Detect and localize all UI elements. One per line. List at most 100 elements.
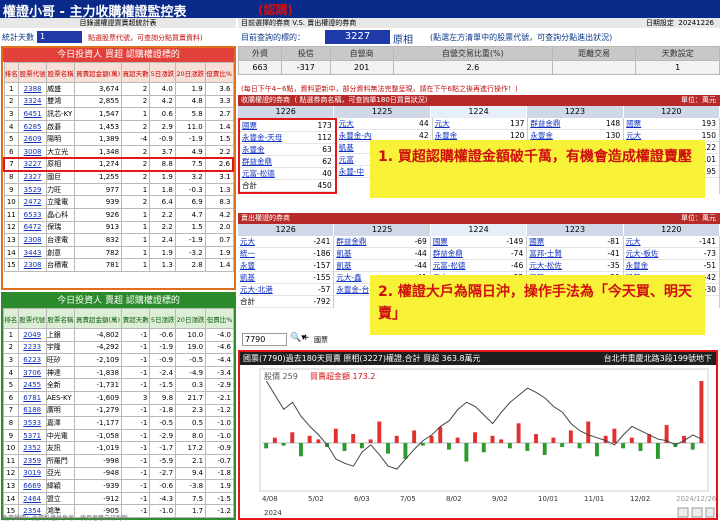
stock-code-link[interactable]: 3533: [17, 416, 47, 430]
sell-brokers-date-tab[interactable]: 1223: [527, 224, 624, 236]
stock-code-link[interactable]: 6188: [17, 403, 47, 418]
stock-code-link[interactable]: 2352: [17, 441, 47, 455]
buy-table-row[interactable]: 6 3008 大立光 1,348 2 3.7 4.9 2.2: [3, 144, 234, 159]
broker-name-link[interactable]: 元大: [238, 236, 303, 247]
broker-name-link[interactable]: 凱基: [334, 260, 399, 271]
broker-name-link[interactable]: 元大-北港: [238, 284, 303, 295]
sell-table-row[interactable]: 6 6781 AES-KY -1,609 3 9.8 21.7 -2.1: [3, 390, 234, 405]
sell-brokers-date-tab[interactable]: 1226: [238, 224, 335, 236]
sell-table-row[interactable]: 4 3706 神達 -1,838 -1 -2.4 -4.9 -3.4: [3, 365, 234, 380]
buy-table-row[interactable]: 11 6533 晶心科 926 1 2.2 4.7 4.2: [3, 207, 234, 222]
date-setting[interactable]: 日期設定 20241226: [646, 18, 714, 28]
broker-name-link[interactable]: 永豐: [238, 260, 303, 271]
sell-table-row[interactable]: 3 6223 旺矽 -2,109 -1 -0.9 -0.5 -4.4: [3, 353, 234, 367]
sell-table-row[interactable]: 5 2455 全新 -1,731 -1 -1.5 0.3 -2.9: [3, 378, 234, 392]
broker-name-link[interactable]: 元大-板佐: [624, 248, 689, 259]
broker-name-link[interactable]: 元大: [433, 118, 498, 129]
buy-brokers-date-tab[interactable]: 1224: [430, 106, 528, 118]
buy-table-row[interactable]: 9 3529 力旺 977 1 1.8 -0.3 1.3: [3, 182, 234, 197]
stock-code-link[interactable]: 2308: [18, 258, 48, 272]
stock-code-link[interactable]: 6285: [18, 119, 48, 134]
stock-code-link[interactable]: 6533: [18, 207, 48, 222]
stock-code-link[interactable]: 3706: [17, 365, 47, 380]
broker-search-input[interactable]: 7790: [242, 333, 287, 346]
stock-code-link[interactable]: 3019: [17, 466, 47, 481]
stock-code-link[interactable]: 2049: [17, 328, 47, 342]
sell-table-row[interactable]: 9 5371 中光電 -1,058 -1 -2.9 8.0 -1.0: [3, 428, 234, 443]
broker-name-link[interactable]: 群益金鼎: [528, 118, 593, 129]
chart-zoom-controls[interactable]: [677, 507, 715, 518]
buy-brokers-date-tab[interactable]: 1225: [334, 106, 431, 118]
stock-code-link[interactable]: 2472: [18, 195, 48, 209]
broker-name-link[interactable]: 永豐金-天母: [240, 132, 305, 143]
days-input[interactable]: 1: [37, 31, 82, 43]
stock-code-link[interactable]: 6472: [18, 220, 48, 235]
broker-name-link[interactable]: 富邦-士賢: [527, 248, 592, 259]
stock-code-link[interactable]: 2455: [17, 378, 47, 392]
broker-name-link[interactable]: 凱基: [238, 272, 303, 283]
broker-name-link[interactable]: 元大: [624, 236, 689, 247]
broker-name-link[interactable]: 元大: [337, 118, 402, 129]
sell-table-row[interactable]: 7 6188 廣明 -1,279 -1 -1.8 2.3 -1.2: [3, 403, 234, 418]
stock-code-link[interactable]: 2388: [18, 82, 48, 96]
sell-table-row[interactable]: 8 3533 嘉澤 -1,177 -1 -0.5 0.5 -1.0: [3, 416, 234, 430]
buy-table-row[interactable]: 15 2308 台積電 781 1 1.3 2.8 1.4: [3, 258, 234, 272]
stock-code-link[interactable]: 2308: [18, 233, 48, 247]
broker-name-link[interactable]: 群益金鼎: [240, 156, 305, 167]
sell-table-row[interactable]: 10 2352 友訊 -1,019 -1 -1.7 17.2 -0.9: [3, 441, 234, 455]
buy-table-row[interactable]: 4 6285 啟碁 1,453 2 2.9 11.0 1.4: [3, 119, 234, 134]
query-code-input[interactable]: 3227: [325, 30, 390, 44]
broker-name-link[interactable]: 元富-松德: [240, 168, 305, 179]
stock-code-link[interactable]: 2464: [17, 491, 47, 506]
stock-code-link[interactable]: 6669: [17, 479, 47, 493]
buy-brokers-date-tab[interactable]: 1220: [623, 106, 720, 118]
stock-code-link[interactable]: 2233: [17, 340, 47, 355]
broker-name-link[interactable]: 國票: [624, 118, 689, 129]
sell-brokers-date-tab[interactable]: 1225: [334, 224, 431, 236]
broker-name-link[interactable]: 國票: [240, 120, 305, 131]
buy-brokers-date-tab[interactable]: 1226: [238, 106, 335, 118]
sell-brokers-date-tab[interactable]: 1220: [623, 224, 720, 236]
sell-table-row[interactable]: 2 2233 宇隆 -4,292 -1 -1.9 19.0 -4.6: [3, 340, 234, 355]
stock-code-link[interactable]: 3443: [18, 245, 48, 260]
stock-code-link[interactable]: 3227: [18, 157, 48, 172]
broker-name-link[interactable]: 凱基: [334, 248, 399, 259]
sell-table-row[interactable]: 11 2359 所羅門 -998 -1 -5.9 2.1 -0.7: [3, 453, 234, 468]
stock-code-link[interactable]: 6223: [17, 353, 47, 367]
stock-code-link[interactable]: 6781: [17, 390, 47, 405]
broker-name-link[interactable]: 元富-松德: [431, 260, 496, 271]
broker-name-link[interactable]: 永豐金: [624, 260, 689, 271]
add-button[interactable]: +: [302, 333, 310, 343]
broker-name-link[interactable]: 國票: [431, 236, 496, 247]
stock-code-link[interactable]: 3529: [18, 182, 48, 197]
buy-table-row[interactable]: 14 3443 創意 782 1 1.9 -3.2 1.9: [3, 245, 234, 260]
buy-table-row[interactable]: 1 2388 威盛 3,674 2 4.0 1.9 3.6: [3, 82, 234, 96]
buy-table-row[interactable]: 13 2308 台達電 832 1 2.4 -1.9 0.7: [3, 233, 234, 247]
broker-name-link[interactable]: 群益金鼎: [431, 248, 496, 259]
sell-table-row[interactable]: 1 2049 上銀 -4,802 -1 -0.6 10.0 -4.0: [3, 328, 234, 342]
broker-name-link[interactable]: 統一: [238, 248, 303, 259]
stock-code-link[interactable]: 3324: [18, 94, 48, 109]
buy-table-row[interactable]: 5 2609 陽明 1,389 -4 -0.9 -1.9 1.5: [3, 132, 234, 146]
sell-table-row[interactable]: 14 2464 盟立 -912 -1 -4.3 7.5 -1.5: [3, 491, 234, 506]
sell-table-row[interactable]: 12 3019 亞光 -948 -1 -2.7 9.4 -1.8: [3, 466, 234, 481]
buy-table-row[interactable]: 8 2327 國巨 1,255 2 1.9 3.2 3.1: [3, 170, 234, 184]
stock-code-link[interactable]: 2609: [18, 132, 48, 146]
stock-code-link[interactable]: 3008: [18, 144, 48, 159]
sell-brokers-date-tab[interactable]: 1224: [430, 224, 528, 236]
sell-table-row[interactable]: 13 6669 緯穎 -939 -1 -0.6 -3.8 1.9: [3, 479, 234, 493]
stock-code-link[interactable]: 5371: [17, 428, 47, 443]
broker-name-link[interactable]: 永豐金: [240, 144, 305, 155]
buy-table-row[interactable]: 7 3227 原相 1,274 2 8.8 7.5 2.6: [3, 157, 234, 172]
stock-code-link[interactable]: 6451: [18, 107, 48, 121]
buy-brokers-date-tab[interactable]: 1223: [527, 106, 624, 118]
broker-name-link[interactable]: 國票: [527, 236, 592, 247]
broker-name-link[interactable]: 群益金鼎: [334, 236, 399, 247]
buy-table-row[interactable]: 2 3324 雙鴻 2,855 2 4.2 4.8 3.3: [3, 94, 234, 109]
buy-table-row[interactable]: 3 6451 訊芯-KY 1,547 1 0.6 5.8 2.7: [3, 107, 234, 121]
buy-table-row[interactable]: 12 6472 保瑞 913 1 2.2 1.5 2.0: [3, 220, 234, 235]
broker-name-link[interactable]: 元大-松佐: [527, 260, 592, 271]
stock-code-link[interactable]: 2327: [18, 170, 48, 184]
buy-table-row[interactable]: 10 2472 立隆電 939 2 6.4 6.9 8.3: [3, 195, 234, 209]
date-value[interactable]: 20241226: [678, 19, 714, 27]
